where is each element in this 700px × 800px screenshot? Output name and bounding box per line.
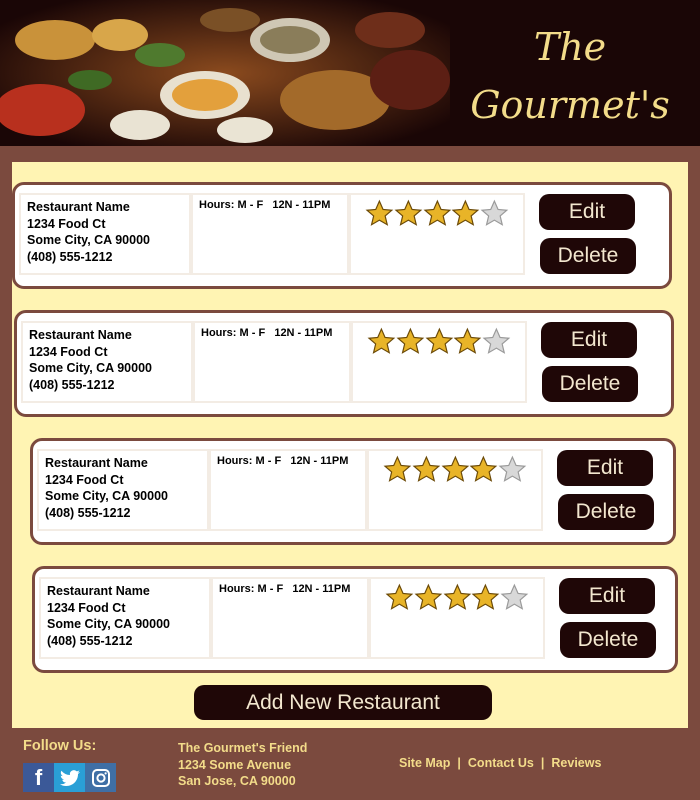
footer-links: Site Map | Contact Us | Reviews — [399, 756, 601, 770]
edit-button[interactable]: Edit — [539, 194, 635, 230]
restaurant-name: Restaurant Name — [29, 328, 132, 342]
site-title: The Gourmet's Friend — [440, 18, 700, 146]
rating-box — [349, 193, 525, 275]
site-title-line1: The Gourmet's — [470, 25, 670, 127]
facebook-icon[interactable]: f — [23, 763, 54, 792]
star-filled-icon — [425, 327, 453, 354]
restaurant-card: Restaurant Name 1234 Food Ct Some City, … — [12, 182, 672, 289]
site-title-line2: Friend — [440, 134, 700, 146]
star-filled-icon — [471, 583, 500, 610]
restaurant-hours: Hours: M - F 12N - 11PM — [201, 327, 333, 339]
restaurant-city: Some City, CA 90000 — [27, 233, 150, 247]
star-filled-icon — [443, 583, 471, 610]
rating-box — [369, 577, 545, 659]
footer-address: The Gourmet's Friend 1234 Some Avenue Sa… — [178, 740, 307, 790]
social-links: f — [23, 763, 116, 792]
restaurant-card: Restaurant Name 1234 Food Ct Some City, … — [30, 438, 676, 545]
restaurant-name: Restaurant Name — [45, 456, 148, 470]
address-box: Restaurant Name 1234 Food Ct Some City, … — [37, 449, 209, 531]
delete-button[interactable]: Delete — [540, 238, 636, 274]
rating-box — [367, 449, 543, 531]
footer-company-city: San Jose, CA 90000 — [178, 774, 296, 788]
instagram-icon[interactable] — [85, 763, 116, 792]
address-box: Restaurant Name 1234 Food Ct Some City, … — [21, 321, 193, 403]
follow-us-label: Follow Us: — [23, 738, 97, 754]
delete-button[interactable]: Delete — [542, 366, 638, 402]
star-filled-icon — [412, 455, 441, 482]
star-filled-icon — [453, 327, 482, 354]
address-box: Restaurant Name 1234 Food Ct Some City, … — [19, 193, 191, 275]
restaurant-street: 1234 Food Ct — [45, 472, 124, 487]
star-filled-icon — [365, 199, 394, 226]
address-box: Restaurant Name 1234 Food Ct Some City, … — [39, 577, 211, 659]
star-empty-icon — [498, 455, 527, 482]
restaurant-city: Some City, CA 90000 — [45, 489, 168, 503]
star-filled-icon — [383, 455, 412, 482]
restaurant-hours: Hours: M - F 12N - 11PM — [219, 583, 351, 595]
star-filled-icon — [423, 199, 451, 226]
star-filled-icon — [414, 583, 443, 610]
hours-box: Hours: M - F 12N - 11PM — [209, 449, 367, 531]
star-empty-icon — [482, 327, 511, 354]
star-filled-icon — [396, 327, 425, 354]
food-banner-image — [0, 0, 450, 146]
footer-company-name: The Gourmet's Friend — [178, 741, 308, 755]
star-empty-icon — [480, 199, 509, 226]
delete-button[interactable]: Delete — [560, 622, 656, 658]
edit-button[interactable]: Edit — [557, 450, 653, 486]
site-map-link[interactable]: Site Map — [399, 756, 450, 770]
star-filled-icon — [394, 199, 423, 226]
link-separator: | — [457, 756, 461, 770]
edit-button[interactable]: Edit — [559, 578, 655, 614]
star-filled-icon — [451, 199, 480, 226]
hours-box: Hours: M - F 12N - 11PM — [211, 577, 369, 659]
restaurant-card: Restaurant Name 1234 Food Ct Some City, … — [32, 566, 678, 673]
restaurant-street: 1234 Food Ct — [27, 216, 106, 231]
reviews-link[interactable]: Reviews — [551, 756, 601, 770]
star-rating — [383, 455, 527, 484]
restaurant-hours: Hours: M - F 12N - 11PM — [217, 455, 349, 467]
star-empty-icon — [500, 583, 529, 610]
add-new-restaurant-button[interactable]: Add New Restaurant — [194, 685, 492, 720]
restaurant-city: Some City, CA 90000 — [47, 617, 170, 631]
restaurant-card: Restaurant Name 1234 Food Ct Some City, … — [14, 310, 674, 417]
star-filled-icon — [441, 455, 469, 482]
restaurant-list-panel: Restaurant Name 1234 Food Ct Some City, … — [12, 162, 688, 728]
restaurant-name: Restaurant Name — [27, 200, 130, 214]
restaurant-phone: (408) 555-1212 — [47, 633, 133, 648]
star-rating — [365, 199, 509, 228]
header-banner: The Gourmet's Friend — [0, 0, 700, 146]
star-rating — [385, 583, 529, 612]
hours-box: Hours: M - F 12N - 11PM — [191, 193, 349, 275]
star-filled-icon — [469, 455, 498, 482]
restaurant-street: 1234 Food Ct — [47, 600, 126, 615]
hours-box: Hours: M - F 12N - 11PM — [193, 321, 351, 403]
star-filled-icon — [367, 327, 396, 354]
delete-button[interactable]: Delete — [558, 494, 654, 530]
restaurant-phone: (408) 555-1212 — [29, 377, 115, 392]
restaurant-hours: Hours: M - F 12N - 11PM — [199, 199, 331, 211]
restaurant-street: 1234 Food Ct — [29, 344, 108, 359]
restaurant-name: Restaurant Name — [47, 584, 150, 598]
restaurant-city: Some City, CA 90000 — [29, 361, 152, 375]
rating-box — [351, 321, 527, 403]
restaurant-phone: (408) 555-1212 — [45, 505, 131, 520]
star-rating — [367, 327, 511, 356]
twitter-icon[interactable] — [54, 763, 85, 792]
footer-company-street: 1234 Some Avenue — [178, 757, 292, 772]
link-separator: | — [540, 756, 545, 770]
restaurant-phone: (408) 555-1212 — [27, 249, 113, 264]
contact-us-link[interactable]: Contact Us — [468, 756, 534, 770]
star-filled-icon — [385, 583, 414, 610]
edit-button[interactable]: Edit — [541, 322, 637, 358]
